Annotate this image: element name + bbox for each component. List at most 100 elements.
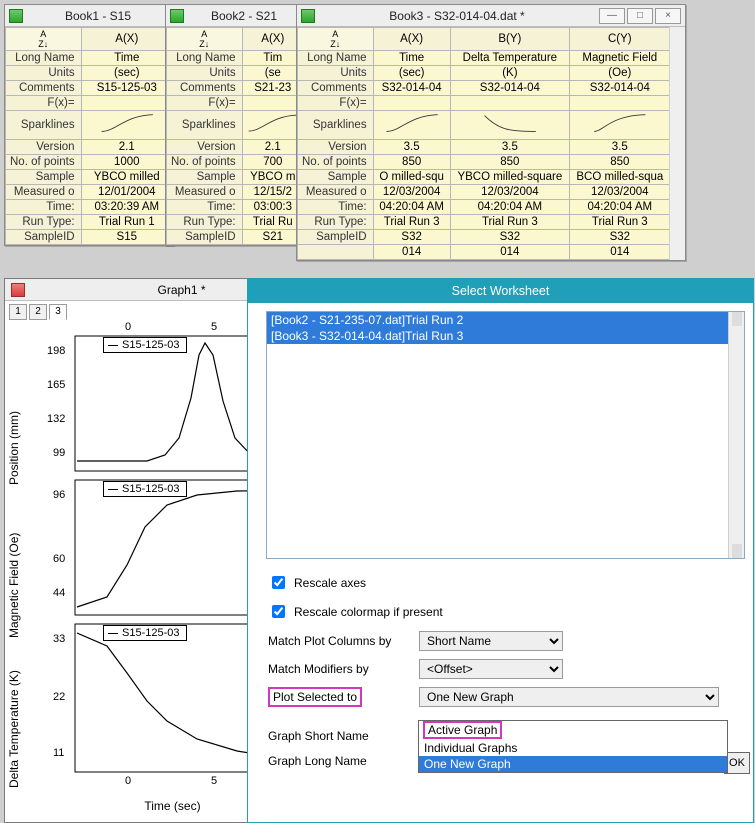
cell[interactable]: 1000: [81, 155, 172, 170]
rescale-axes-checkbox[interactable]: Rescale axes: [268, 573, 743, 592]
cell[interactable]: 12/03/2004: [373, 185, 450, 200]
sort-icon[interactable]: AZ↓: [6, 28, 82, 51]
row-header[interactable]: Run Type:: [167, 215, 243, 230]
row-header[interactable]: No. of points: [167, 155, 243, 170]
workbook-titlebar[interactable]: Book3 - S32-014-04.dat *—□×: [297, 5, 685, 27]
row-header[interactable]: SampleID: [167, 230, 243, 245]
row-header[interactable]: Measured o: [298, 185, 374, 200]
layer-tab-1[interactable]: 1: [9, 304, 27, 320]
cell[interactable]: (Oe): [570, 66, 671, 81]
cell[interactable]: Trial Run 1: [81, 215, 172, 230]
plot-selected-to-select[interactable]: One New Graph: [419, 687, 719, 707]
list-item[interactable]: [Book2 - S21-235-07.dat]Trial Run 2: [267, 312, 744, 328]
cell[interactable]: 3.5: [450, 140, 569, 155]
vertical-scrollbar[interactable]: [669, 27, 685, 260]
listbox-scrollbar[interactable]: [728, 312, 744, 558]
cell[interactable]: 12/03/2004: [450, 185, 569, 200]
cell[interactable]: (K): [450, 66, 569, 81]
cell[interactable]: 2.1: [242, 140, 303, 155]
column-header[interactable]: B(Y): [450, 28, 569, 51]
row-header[interactable]: Sample: [298, 170, 374, 185]
column-header[interactable]: A(X): [373, 28, 450, 51]
row-header[interactable]: Units: [6, 66, 82, 81]
dropdown-option-active-graph[interactable]: Active Graph: [419, 721, 727, 740]
workbook-window[interactable]: Book1 - S15AZ↓A(X)Long NameTimeUnits(sec…: [4, 4, 174, 246]
dialog-title[interactable]: Select Worksheet: [248, 279, 753, 303]
worksheet-grid[interactable]: AZ↓A(X)B(Y)C(Y)^Long NameTimeDelta Tempe…: [297, 27, 685, 260]
cell[interactable]: S15-125-03: [81, 81, 172, 96]
row-header[interactable]: Sparklines: [298, 111, 374, 140]
match-modifiers-select[interactable]: <Offset>: [419, 659, 563, 679]
rescale-axes-input[interactable]: [272, 576, 285, 589]
dropdown-option-one-new[interactable]: One New Graph: [419, 756, 727, 772]
cell[interactable]: (sec): [373, 66, 450, 81]
cell[interactable]: 850: [450, 155, 569, 170]
cell[interactable]: [570, 96, 671, 111]
sort-icon[interactable]: AZ↓: [167, 28, 243, 51]
cell[interactable]: 850: [373, 155, 450, 170]
list-item[interactable]: [Book3 - S32-014-04.dat]Trial Run 3: [267, 328, 744, 344]
row-header[interactable]: Long Name: [167, 51, 243, 66]
row-header[interactable]: Long Name: [6, 51, 82, 66]
cell[interactable]: S21: [242, 230, 303, 245]
layer-tab-2[interactable]: 2: [29, 304, 47, 320]
cell[interactable]: 04:20:04 AM: [570, 200, 671, 215]
cell[interactable]: 12/15/2: [242, 185, 303, 200]
row-header[interactable]: Long Name: [298, 51, 374, 66]
row-header[interactable]: Sample: [6, 170, 82, 185]
cell[interactable]: [373, 96, 450, 111]
row-header[interactable]: Units: [298, 66, 374, 81]
row-header[interactable]: Comments: [6, 81, 82, 96]
workbook-titlebar[interactable]: Book2 - S21: [166, 5, 304, 27]
row-header[interactable]: No. of points: [298, 155, 374, 170]
cell[interactable]: S15: [81, 230, 172, 245]
cell[interactable]: YBCO milled: [81, 170, 172, 185]
row-header[interactable]: Version: [6, 140, 82, 155]
cell[interactable]: S21-23: [242, 81, 303, 96]
cell[interactable]: Tim: [242, 51, 303, 66]
row-header[interactable]: Measured o: [6, 185, 82, 200]
cell[interactable]: Time: [373, 51, 450, 66]
cell[interactable]: 700: [242, 155, 303, 170]
row-header[interactable]: SampleID: [298, 230, 374, 245]
layer-tab-3[interactable]: 3: [49, 304, 67, 320]
column-header[interactable]: A(X): [81, 28, 172, 51]
row-header[interactable]: Sample: [167, 170, 243, 185]
cell[interactable]: S32: [450, 230, 569, 245]
row-header[interactable]: F(x)=: [298, 96, 374, 111]
cell[interactable]: 03:00:3: [242, 200, 303, 215]
cell[interactable]: 12/01/2004: [81, 185, 172, 200]
row-header[interactable]: Sparklines: [167, 111, 243, 140]
minimize-button[interactable]: —: [599, 8, 625, 24]
cell[interactable]: (sec): [81, 66, 172, 81]
worksheet-grid[interactable]: AZ↓A(X)Long NameTimUnits(seCommentsS21-2…: [166, 27, 304, 245]
rescale-colormap-checkbox[interactable]: Rescale colormap if present: [268, 602, 743, 621]
cell[interactable]: O milled-squ: [373, 170, 450, 185]
cell[interactable]: S32: [373, 230, 450, 245]
cell[interactable]: [450, 96, 569, 111]
row-header[interactable]: Comments: [298, 81, 374, 96]
workbook-window[interactable]: Book2 - S21AZ↓A(X)Long NameTimUnits(seCo…: [165, 4, 305, 246]
cell[interactable]: Delta Temperature: [450, 51, 569, 66]
workbook-titlebar[interactable]: Book1 - S15: [5, 5, 173, 27]
cell[interactable]: 3.5: [373, 140, 450, 155]
sort-icon[interactable]: AZ↓: [298, 28, 374, 51]
cell[interactable]: S32-014-04: [570, 81, 671, 96]
cell[interactable]: [81, 96, 172, 111]
cell[interactable]: 850: [570, 155, 671, 170]
cell[interactable]: [242, 96, 303, 111]
cell[interactable]: 014: [373, 245, 450, 260]
cell[interactable]: Trial Ru: [242, 215, 303, 230]
row-header[interactable]: Time:: [6, 200, 82, 215]
cell[interactable]: BCO milled-squa: [570, 170, 671, 185]
cell[interactable]: YBCO m: [242, 170, 303, 185]
row-header[interactable]: Version: [298, 140, 374, 155]
row-header[interactable]: Run Type:: [6, 215, 82, 230]
workbook-window[interactable]: Book3 - S32-014-04.dat *—□×AZ↓A(X)B(Y)C(…: [296, 4, 686, 261]
column-header[interactable]: A(X): [242, 28, 303, 51]
row-header[interactable]: No. of points: [6, 155, 82, 170]
row-header[interactable]: SampleID: [6, 230, 82, 245]
cell[interactable]: YBCO milled-square: [450, 170, 569, 185]
close-button[interactable]: ×: [655, 8, 681, 24]
worksheet-listbox[interactable]: [Book2 - S21-235-07.dat]Trial Run 2 [Boo…: [266, 311, 745, 559]
